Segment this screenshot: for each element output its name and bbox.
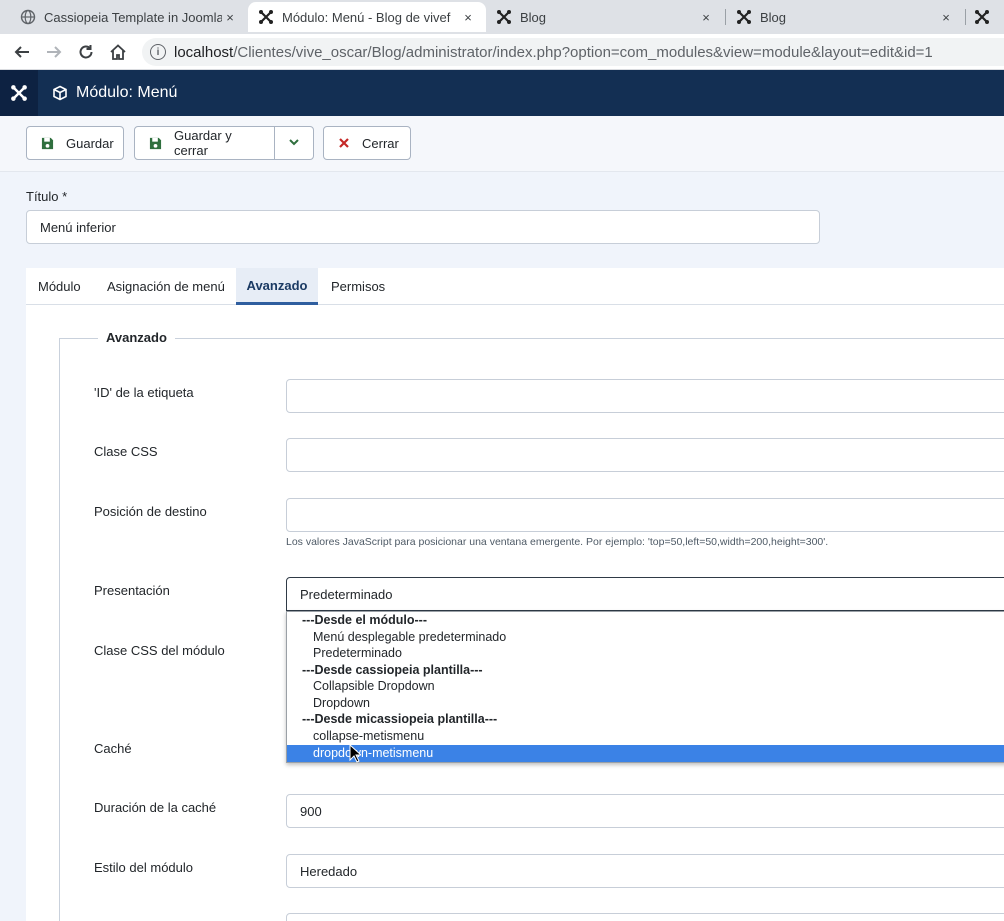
info-icon[interactable]: i bbox=[150, 44, 166, 60]
tab-close-icon[interactable]: × bbox=[938, 10, 954, 25]
browser-tab-cassiopeia[interactable]: Cassiopeia Template in Joomla × bbox=[10, 2, 248, 32]
tab-title: Cassiopeia Template in Joomla bbox=[44, 9, 222, 25]
tag-id-input[interactable] bbox=[286, 379, 1004, 413]
save-button[interactable]: Guardar bbox=[26, 126, 124, 160]
next-field-input[interactable] bbox=[286, 913, 1004, 921]
cache-time-label: Duración de la caché bbox=[94, 800, 217, 815]
save-options-dropdown-button[interactable] bbox=[274, 126, 314, 160]
fieldset-legend: Avanzado bbox=[98, 330, 175, 345]
target-position-input[interactable] bbox=[286, 498, 1004, 532]
css-class-input[interactable] bbox=[286, 438, 1004, 472]
title-input[interactable]: Menú inferior bbox=[26, 210, 820, 244]
floppy-disk-icon bbox=[41, 137, 54, 150]
optgroup-desde-modulo: ---Desde el módulo--- bbox=[302, 613, 427, 627]
target-position-label: Posición de destino bbox=[94, 504, 207, 519]
tab-asignacion-menu[interactable]: Asignación de menú bbox=[95, 268, 237, 305]
page-title-text: Módulo: Menú bbox=[76, 84, 178, 101]
layout-label: Presentación bbox=[94, 583, 170, 598]
floppy-disk-icon bbox=[149, 137, 162, 150]
option-dropdown-metismenu[interactable]: dropdown-metismenu bbox=[287, 744, 1004, 762]
form-tabs: Módulo Asignación de menú Avanzado Permi… bbox=[26, 268, 1004, 305]
save-label: Guardar bbox=[66, 135, 114, 151]
option-menu-desplegable[interactable]: Menú desplegable predeterminado bbox=[287, 629, 1004, 646]
action-toolbar: Guardar Guardar y cerrar Cerrar bbox=[0, 116, 1004, 172]
tab-close-icon[interactable]: × bbox=[460, 10, 476, 25]
browser-toolbar: i localhost/Clientes/vive_oscar/Blog/adm… bbox=[0, 34, 1004, 70]
module-class-label: Clase CSS del módulo bbox=[94, 643, 225, 658]
optgroup-desde-cassiopeia: ---Desde cassiopeia plantilla--- bbox=[302, 662, 483, 677]
option-collapsible-dropdown[interactable]: Collapsible Dropdown bbox=[287, 678, 1004, 695]
browser-tab-blog-2[interactable]: Blog × bbox=[726, 2, 964, 32]
tab-close-icon[interactable]: × bbox=[222, 10, 238, 25]
chevron-down-icon bbox=[288, 136, 300, 151]
joomla-icon bbox=[496, 9, 512, 25]
mouse-pointer-icon bbox=[349, 743, 363, 766]
joomla-icon bbox=[258, 9, 274, 25]
layout-select[interactable]: Predeterminado bbox=[286, 577, 1004, 611]
admin-header: Módulo: Menú bbox=[0, 70, 1004, 116]
globe-icon bbox=[20, 9, 36, 25]
layout-dropdown-list: ---Desde el módulo--- Menú desplegable p… bbox=[286, 611, 1004, 763]
tab-modulo[interactable]: Módulo bbox=[26, 268, 93, 305]
reload-icon[interactable] bbox=[70, 36, 102, 68]
forward-arrow-icon[interactable] bbox=[38, 36, 70, 68]
css-class-label: Clase CSS bbox=[94, 444, 158, 459]
joomla-logo-icon[interactable] bbox=[0, 70, 38, 116]
option-dropdown[interactable]: Dropdown bbox=[287, 695, 1004, 712]
home-icon[interactable] bbox=[102, 36, 134, 68]
title-field-label: Título * bbox=[26, 189, 68, 204]
browser-tab-strip: Cassiopeia Template in Joomla × Módulo: … bbox=[0, 0, 1004, 34]
cache-time-input[interactable]: 900 bbox=[286, 794, 1004, 828]
module-style-select[interactable]: Heredado bbox=[286, 854, 1004, 888]
tag-id-label: 'ID' de la etiqueta bbox=[94, 385, 194, 400]
browser-tab-module-menu[interactable]: Módulo: Menú - Blog de vivef × bbox=[248, 2, 486, 32]
tab-close-icon[interactable]: × bbox=[698, 10, 714, 25]
optgroup-desde-micassiopeia: ---Desde micassiopeia plantilla--- bbox=[302, 712, 498, 726]
close-button[interactable]: Cerrar bbox=[323, 126, 411, 160]
tab-title: Módulo: Menú - Blog de vivef bbox=[282, 9, 451, 25]
url-host: localhost bbox=[174, 43, 234, 61]
cube-icon bbox=[52, 85, 68, 101]
close-label: Cerrar bbox=[362, 135, 399, 151]
cache-label: Caché bbox=[94, 741, 132, 756]
tab-title: Blog bbox=[760, 9, 787, 25]
url-path: /Clientes/vive_oscar/Blog/administrator/… bbox=[233, 43, 933, 61]
browser-tab-blog[interactable]: Blog × bbox=[486, 2, 724, 32]
save-and-close-button[interactable]: Guardar y cerrar bbox=[134, 126, 275, 160]
back-arrow-icon[interactable] bbox=[6, 36, 38, 68]
joomla-icon bbox=[974, 9, 990, 25]
tab-avanzado[interactable]: Avanzado bbox=[236, 268, 318, 305]
page-title: Módulo: Menú bbox=[52, 84, 177, 102]
address-bar[interactable]: i localhost/Clientes/vive_oscar/Blog/adm… bbox=[142, 38, 1004, 66]
tab-permisos[interactable]: Permisos bbox=[319, 268, 397, 305]
module-style-label: Estilo del módulo bbox=[94, 860, 193, 875]
option-collapse-metismenu[interactable]: collapse-metismenu bbox=[287, 728, 1004, 745]
joomla-icon bbox=[736, 9, 752, 25]
option-predeterminado[interactable]: Predeterminado bbox=[287, 645, 1004, 662]
close-x-icon bbox=[338, 137, 350, 149]
save-and-close-label: Guardar y cerrar bbox=[174, 128, 232, 158]
tab-title: Blog bbox=[520, 9, 547, 25]
browser-tab-partial[interactable]: B bbox=[966, 2, 1004, 32]
layout-select-value: Predeterminado bbox=[300, 586, 393, 602]
target-position-hint: Los valores JavaScript para posicionar u… bbox=[286, 536, 829, 548]
